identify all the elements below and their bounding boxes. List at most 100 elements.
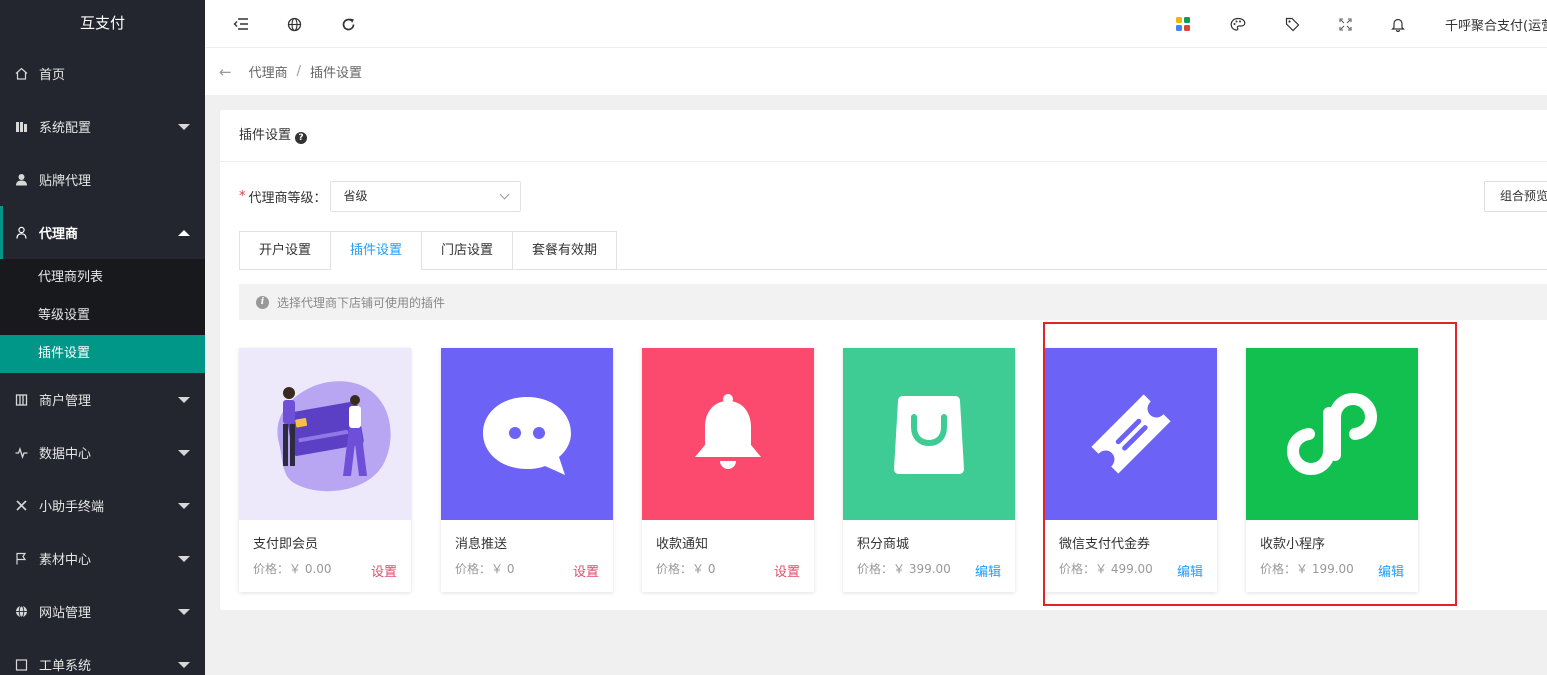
plugin-name: 积分商城 [857, 537, 910, 552]
config-icon [14, 120, 28, 134]
plugin-price: 价格：￥ 499.00 [1059, 562, 1153, 576]
help-icon[interactable]: ? [295, 132, 308, 144]
sidebar-item-oem-agent[interactable]: 贴牌代理 [0, 153, 205, 206]
submenu-plugin-settings[interactable]: 插件设置 [0, 335, 205, 373]
agent-level-row: * 代理商等级： 省级 [239, 181, 521, 212]
plugin-price: 价格：￥ 0.00 [253, 562, 332, 576]
palette-icon[interactable] [1228, 14, 1248, 34]
bell-icon[interactable] [1388, 14, 1408, 34]
agent-icon [14, 226, 28, 240]
user-icon [14, 173, 28, 187]
fullscreen-icon[interactable] [1335, 14, 1355, 34]
chevron-down-icon [499, 189, 509, 200]
sidebar-item-label: 工单系统 [39, 659, 92, 674]
sidebar: 互支付 首页 系统配置 贴牌代理 代理商 代理商列表 等级设置 插件设置 商户管… [0, 0, 205, 675]
sidebar-item-label: 小助手终端 [39, 500, 105, 515]
menu-collapse-icon[interactable] [231, 14, 251, 34]
plugin-price: 价格：￥ 0 [656, 562, 716, 576]
tools-icon [14, 499, 28, 513]
plugin-name: 支付即会员 [253, 537, 319, 552]
sidebar-item-agent[interactable]: 代理商 [0, 206, 205, 259]
submenu-agent-list[interactable]: 代理商列表 [0, 259, 205, 297]
tip-bar: i 选择代理商下店铺可使用的插件 [239, 284, 1547, 320]
sidebar-item-ticket-system[interactable]: 工单系统 [0, 638, 205, 675]
panel-header: 插件设置? [220, 110, 1547, 162]
chat-bubble-icon [441, 348, 613, 520]
sidebar-item-material-center[interactable]: 素材中心 [0, 532, 205, 585]
plugin-settings-panel: 插件设置? * 代理商等级： 省级 组合预览 开户设置 插件设置 门店设置 套餐… [220, 110, 1547, 610]
combo-preview-button[interactable]: 组合预览 [1484, 181, 1547, 212]
tab-account-opening[interactable]: 开户设置 [239, 231, 331, 270]
top-header: 千呼聚合支付(运营 [205, 0, 1547, 48]
back-arrow-icon[interactable]: ← [219, 63, 232, 81]
chevron-up-icon [178, 229, 190, 236]
plugin-price: 价格：￥ 0 [455, 562, 515, 576]
plugin-card[interactable]: 积分商城 价格：￥ 399.00 编辑 [843, 348, 1015, 592]
breadcrumb: ← 代理商 / 插件设置 [205, 48, 1547, 95]
info-icon: i [256, 295, 269, 309]
plugin-name: 微信支付代金券 [1059, 537, 1151, 552]
tab-plugin-settings[interactable]: 插件设置 [330, 231, 422, 271]
required-marker: * [239, 189, 246, 204]
sidebar-item-assistant-terminal[interactable]: 小助手终端 [0, 479, 205, 532]
sidebar-item-label: 贴牌代理 [39, 174, 92, 189]
user-name[interactable]: 千呼聚合支付(运营 [1445, 15, 1547, 34]
sidebar-item-label: 素材中心 [39, 553, 92, 568]
apps-icon[interactable] [1173, 14, 1193, 34]
sidebar-item-label: 首页 [39, 68, 66, 83]
refresh-icon[interactable] [338, 14, 358, 34]
shopping-bag-icon [843, 348, 1015, 520]
sidebar-item-label: 系统配置 [39, 121, 92, 136]
globe-icon[interactable] [284, 14, 304, 34]
plugin-name: 收款小程序 [1260, 537, 1326, 552]
chevron-down-icon [178, 449, 190, 456]
plugin-edit-link[interactable]: 编辑 [1177, 561, 1203, 580]
sidebar-item-label: 代理商 [39, 227, 79, 242]
agent-level-value: 省级 [343, 189, 368, 203]
globe-icon [14, 605, 28, 619]
plugin-edit-link[interactable]: 编辑 [975, 561, 1001, 580]
plugin-settings-link[interactable]: 设置 [371, 561, 397, 580]
chevron-down-icon [178, 661, 190, 668]
sidebar-item-website[interactable]: 网站管理 [0, 585, 205, 638]
mini-program-icon [1246, 348, 1418, 520]
plugin-card[interactable]: 微信支付代金券 价格：￥ 499.00 编辑 [1045, 348, 1217, 592]
agent-level-label: 代理商等级： [248, 191, 327, 206]
brand-logo[interactable]: 互支付 [0, 0, 205, 47]
breadcrumb-separator: / [296, 64, 301, 79]
chevron-down-icon [178, 123, 190, 130]
ticket-icon [14, 658, 28, 672]
plugin-name: 收款通知 [656, 537, 709, 552]
plugin-settings-link[interactable]: 设置 [774, 561, 800, 580]
plugin-name: 消息推送 [455, 537, 508, 552]
tab-package-validity[interactable]: 套餐有效期 [512, 231, 618, 270]
sidebar-item-system-config[interactable]: 系统配置 [0, 100, 205, 153]
sidebar-item-home[interactable]: 首页 [0, 47, 205, 100]
submenu-level-settings[interactable]: 等级设置 [0, 297, 205, 335]
sidebar-item-merchant[interactable]: 商户管理 [0, 373, 205, 426]
plugin-card[interactable]: 收款通知 价格：￥ 0 设置 [642, 348, 814, 592]
tab-store-settings[interactable]: 门店设置 [421, 231, 513, 270]
chevron-down-icon [178, 555, 190, 562]
settings-tabs: 开户设置 插件设置 门店设置 套餐有效期 [239, 231, 1547, 271]
breadcrumb-parent[interactable]: 代理商 [249, 62, 288, 81]
plugin-card[interactable]: 支付即会员 价格：￥ 0.00 设置 [239, 348, 411, 592]
member-illustration-icon [239, 348, 411, 520]
plugin-edit-link[interactable]: 编辑 [1378, 561, 1404, 580]
sidebar-item-data-center[interactable]: 数据中心 [0, 426, 205, 479]
sidebar-item-label: 数据中心 [39, 447, 92, 462]
chevron-down-icon [178, 396, 190, 403]
agent-level-select[interactable]: 省级 [329, 181, 521, 212]
plugin-price: 价格：￥ 199.00 [1260, 562, 1354, 576]
plugin-card[interactable]: 消息推送 价格：￥ 0 设置 [441, 348, 613, 592]
page-title: 插件设置 [239, 128, 292, 143]
chevron-down-icon [178, 502, 190, 509]
coupon-icon [1045, 348, 1217, 520]
tag-icon[interactable] [1282, 14, 1302, 34]
agent-submenu: 代理商列表 等级设置 插件设置 [0, 259, 205, 373]
home-icon [14, 67, 28, 81]
breadcrumb-current: 插件设置 [309, 66, 362, 81]
plugin-settings-link[interactable]: 设置 [573, 561, 599, 580]
bell-icon [642, 348, 814, 520]
plugin-card[interactable]: 收款小程序 价格：￥ 199.00 编辑 [1246, 348, 1418, 592]
